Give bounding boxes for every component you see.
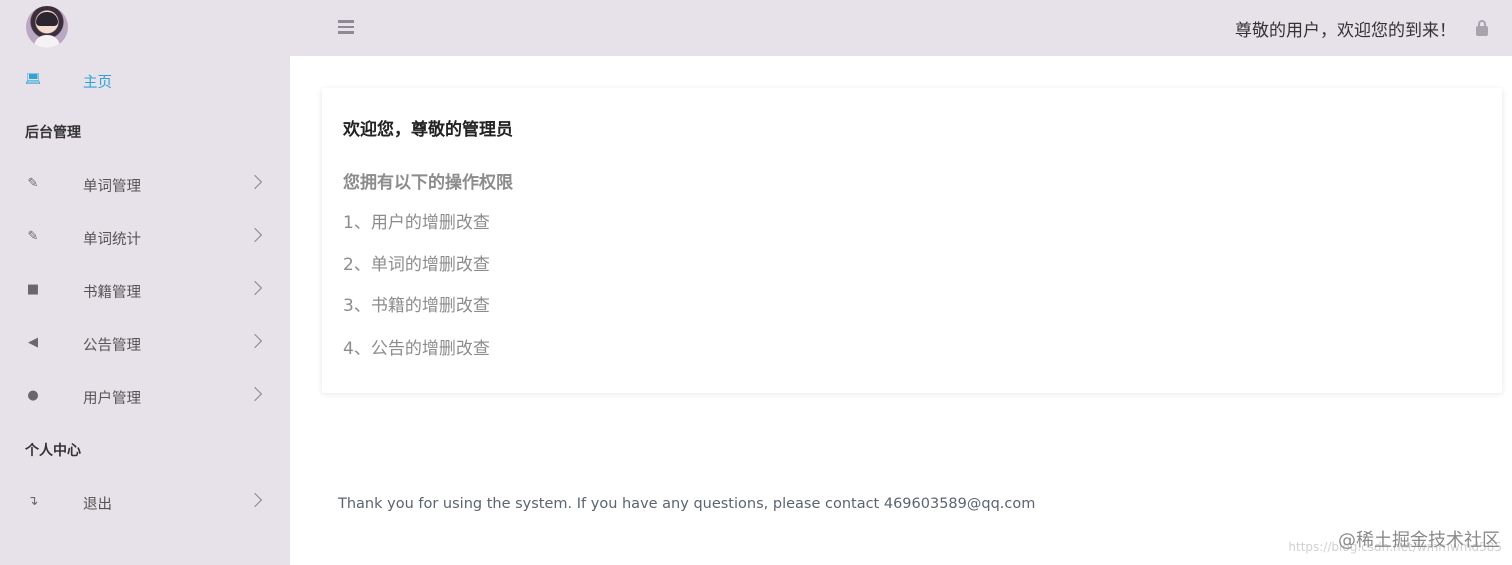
chevron-right-icon bbox=[247, 280, 263, 296]
chevron-right-icon bbox=[247, 492, 263, 508]
welcome-greeting: 尊敬的用户，欢迎您的到来！ bbox=[1235, 21, 1456, 41]
user-icon: ● bbox=[27, 388, 39, 403]
sidebar-item-label: 退出 bbox=[83, 497, 112, 513]
sidebar-item-home[interactable]: 💻︎ 主页 bbox=[0, 60, 290, 100]
chevron-right-icon bbox=[247, 227, 263, 243]
sidebar-item-label: 公告管理 bbox=[83, 338, 141, 354]
lock-icon[interactable] bbox=[1476, 20, 1488, 36]
sidebar-item-label: 用户管理 bbox=[83, 391, 141, 407]
avatar[interactable] bbox=[26, 6, 68, 48]
permission-item: 1、用户的增删改查 bbox=[343, 213, 490, 233]
permission-item: 2、单词的增删改查 bbox=[343, 255, 490, 275]
watermark: @稀土掘金技术社区 bbox=[1338, 530, 1500, 551]
sidebar-item-label: 主页 bbox=[83, 75, 112, 91]
edit-icon: ✎ bbox=[27, 229, 39, 244]
sidebar-item-word-management[interactable]: ✎ 单词管理 bbox=[0, 164, 290, 204]
sidebar-item-label: 单词管理 bbox=[83, 179, 141, 195]
section-heading-admin: 后台管理 bbox=[25, 125, 81, 141]
sidebar: 💻︎ 主页 后台管理 ✎ 单词管理 ✎ 单词统计 ■ 书籍管理 ◀ 公告管理 ●… bbox=[0, 0, 290, 565]
sidebar-item-book-management[interactable]: ■ 书籍管理 bbox=[0, 270, 290, 310]
permission-item: 3、书籍的增删改查 bbox=[343, 296, 490, 316]
edit-icon: ✎ bbox=[27, 176, 39, 191]
permissions-heading: 您拥有以下的操作权限 bbox=[343, 173, 513, 193]
book-icon: ■ bbox=[26, 282, 40, 297]
permission-item: 4、公告的增删改查 bbox=[343, 339, 490, 359]
chevron-right-icon bbox=[247, 333, 263, 349]
footer-text: Thank you for using the system. If you h… bbox=[338, 496, 1036, 512]
chevron-right-icon bbox=[247, 386, 263, 402]
chevron-right-icon bbox=[247, 174, 263, 190]
hamburger-icon[interactable] bbox=[338, 20, 354, 34]
welcome-card: 欢迎您，尊敬的管理员 您拥有以下的操作权限 1、用户的增删改查 2、单词的增删改… bbox=[322, 88, 1502, 393]
sidebar-item-logout[interactable]: ↴ 退出 bbox=[0, 482, 290, 522]
sidebar-item-user-management[interactable]: ● 用户管理 bbox=[0, 376, 290, 416]
top-bar: 尊敬的用户，欢迎您的到来！ bbox=[290, 0, 1512, 56]
section-heading-personal: 个人中心 bbox=[25, 443, 81, 459]
sidebar-item-notice-management[interactable]: ◀ 公告管理 bbox=[0, 323, 290, 363]
sidebar-item-label: 书籍管理 bbox=[83, 285, 141, 301]
laptop-icon: 💻︎ bbox=[25, 72, 42, 87]
sidebar-item-word-statistics[interactable]: ✎ 单词统计 bbox=[0, 217, 290, 257]
logout-icon: ↴ bbox=[27, 494, 39, 509]
page-title: 欢迎您，尊敬的管理员 bbox=[343, 120, 513, 140]
sidebar-item-label: 单词统计 bbox=[83, 232, 141, 248]
volume-icon: ◀ bbox=[28, 335, 38, 350]
